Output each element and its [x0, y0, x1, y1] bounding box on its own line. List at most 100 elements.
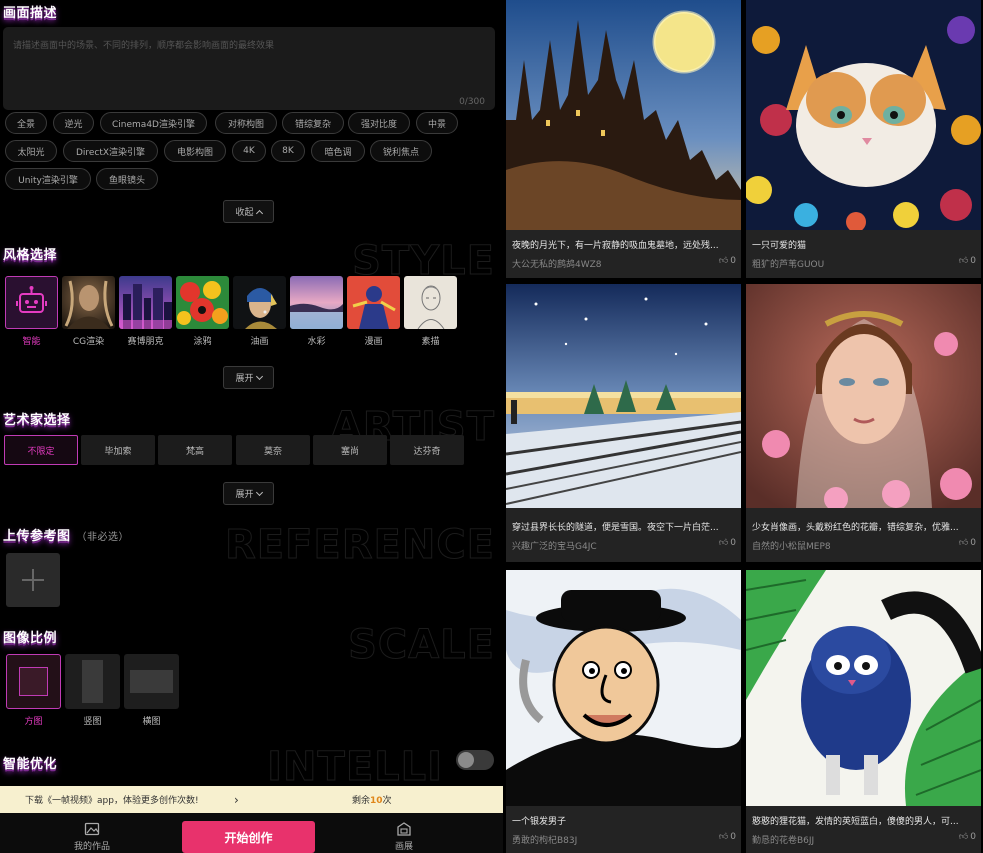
artwork-image — [746, 0, 981, 230]
gallery-label: 画展 — [394, 842, 413, 852]
keyword-chip[interactable]: 强对比度 — [348, 112, 410, 134]
style-option-graffiti[interactable]: 涂鸦 — [176, 276, 229, 347]
gallery-card[interactable]: 穿过县界长长的隧道，便是雪国。夜空下一片白茫... 兴趣广泛的宝马G4JC 👍︎… — [506, 284, 741, 562]
keyword-chip[interactable]: Cinema4D渲染引擎 — [100, 112, 207, 134]
like-button[interactable]: 👍︎ 0 — [719, 832, 736, 842]
gallery-card[interactable]: 少女肖像画，头戴粉红色的花瓣，错综复杂，优雅... 自然的小松鼠MEP8 👍︎ 0 — [746, 284, 981, 562]
gallery-card[interactable]: 一个银发男子 勇敢的枸杞B83J 👍︎ 0 — [506, 570, 741, 853]
description-section-title: 画面描述 — [3, 6, 58, 21]
gallery-card[interactable]: 憨憨的狸花猫，发情的英短蓝白，傻傻的男人，可... 勤恳的花卷B6JJ 👍︎ 0 — [746, 570, 981, 853]
my-works-tab[interactable]: 我的作品 — [62, 821, 122, 852]
gallery-tab[interactable]: 画展 — [374, 821, 434, 852]
keyword-chip[interactable]: 鱼眼镜头 — [96, 168, 158, 190]
artist-option[interactable]: 达芬奇 — [390, 435, 464, 465]
expand-label: 展开 — [235, 490, 254, 500]
like-button[interactable]: 👍︎ 0 — [959, 832, 976, 842]
style-option-comic[interactable]: 漫画 — [347, 276, 400, 347]
card-author: 兴趣广泛的宝马G4JC — [512, 542, 597, 552]
description-placeholder: 请描述画面中的场景、不同的排列，顺序都会影响画面的最终效果 — [13, 41, 275, 51]
creation-panel: 画面描述 请描述画面中的场景、不同的排列，顺序都会影响画面的最终效果 0/300… — [0, 0, 503, 853]
keyword-chip[interactable]: 全景 — [5, 112, 47, 134]
style-thumbnail — [290, 276, 343, 329]
keyword-chip[interactable]: Unity渲染引擎 — [5, 168, 91, 190]
style-option-watercolor[interactable]: 水彩 — [290, 276, 343, 347]
expand-label: 展开 — [235, 374, 254, 384]
remaining-count: 剩余10次 — [352, 793, 392, 806]
thumbs-up-icon: 👍︎ — [958, 832, 969, 842]
style-option-smart[interactable]: 智能 — [5, 276, 58, 347]
intelli-watermark: INTELLI — [267, 744, 443, 791]
artist-option[interactable]: 梵高 — [158, 435, 232, 465]
card-title: 穿过县界长长的隧道，便是雪国。夜空下一片白茫... — [512, 523, 719, 533]
keyword-chip[interactable]: 中景 — [416, 112, 458, 134]
style-option-cyberpunk[interactable]: 赛博朋克 — [119, 276, 172, 347]
expand-styles-button[interactable]: 展开 — [223, 366, 274, 389]
style-thumbnail — [62, 276, 115, 329]
like-count: 0 — [730, 832, 736, 842]
keyword-chip[interactable]: 8K — [271, 140, 305, 162]
card-author: 粗犷的芦苇GUOU — [752, 260, 825, 270]
artist-option-unlimited[interactable]: 不限定 — [4, 435, 78, 465]
artist-section-title: 艺术家选择 — [3, 413, 71, 428]
like-count: 0 — [730, 538, 736, 548]
image-icon — [84, 822, 100, 836]
ratio-option-square[interactable]: 方图 — [6, 654, 61, 727]
style-option-oil[interactable]: 油画 — [233, 276, 286, 347]
like-button[interactable]: 👍︎ 0 — [959, 538, 976, 548]
remaining-number: 10 — [370, 796, 383, 806]
chevron-right-icon: › — [234, 792, 239, 807]
expand-artists-button[interactable]: 展开 — [223, 482, 274, 505]
upload-title-text: 上传参考图 — [3, 529, 71, 544]
card-author: 勇敢的枸杞B83J — [512, 836, 578, 846]
download-promo-banner[interactable]: 下载《一帧视频》app，体验更多创作次数! › 剩余10次 — [0, 786, 503, 813]
like-button[interactable]: 👍︎ 0 — [959, 256, 976, 266]
start-creation-button[interactable]: 开始创作 — [182, 821, 315, 853]
chevron-down-icon — [255, 372, 263, 380]
style-thumbnail — [404, 276, 457, 329]
artwork-image — [506, 284, 741, 508]
keyword-chip[interactable]: DirectX渲染引擎 — [63, 140, 158, 162]
my-works-label: 我的作品 — [73, 842, 110, 852]
card-info: 一只可爱的猫 粗犷的芦苇GUOU 👍︎ 0 — [746, 230, 981, 278]
artist-option[interactable]: 毕加索 — [81, 435, 155, 465]
card-author: 自然的小松鼠MEP8 — [752, 542, 831, 552]
style-option-sketch[interactable]: 素描 — [404, 276, 457, 347]
keyword-chip[interactable]: 错综复杂 — [282, 112, 344, 134]
style-thumbnail — [176, 276, 229, 329]
chevron-down-icon — [255, 488, 263, 496]
card-info: 憨憨的狸花猫，发情的英短蓝白，傻傻的男人，可... 勤恳的花卷B6JJ 👍︎ 0 — [746, 806, 981, 853]
reference-watermark: REFERENCE — [224, 522, 495, 569]
keyword-chip[interactable]: 太阳光 — [5, 140, 57, 162]
keyword-chip[interactable]: 电影构图 — [164, 140, 226, 162]
promo-text: 下载《一帧视频》app，体验更多创作次数! — [25, 796, 199, 806]
upload-reference-button[interactable] — [6, 553, 60, 607]
chevron-up-icon — [255, 209, 263, 217]
ratio-option-portrait[interactable]: 竖图 — [65, 654, 120, 727]
artist-option[interactable]: 莫奈 — [236, 435, 310, 465]
portrait-ratio-icon — [65, 654, 120, 709]
description-textarea[interactable]: 请描述画面中的场景、不同的排列，顺序都会影响画面的最终效果 0/300 — [3, 27, 495, 110]
keyword-chip[interactable]: 4K — [232, 140, 266, 162]
artwork-image — [746, 284, 981, 508]
style-option-cg[interactable]: CG渲染 — [62, 276, 115, 347]
ratio-option-landscape[interactable]: 横图 — [124, 654, 179, 727]
keyword-chip[interactable]: 锐利焦点 — [370, 140, 432, 162]
gallery-card[interactable]: 夜晚的月光下，有一片寂静的吸血鬼墓地，远处残... 大公无私的鹧鸪4WZ8 👍︎… — [506, 0, 741, 278]
keyword-chip[interactable]: 暗色调 — [311, 140, 365, 162]
keyword-chip[interactable]: 对称构图 — [215, 112, 277, 134]
gallery-card[interactable]: 一只可爱的猫 粗犷的芦苇GUOU 👍︎ 0 — [746, 0, 981, 278]
collapse-keywords-button[interactable]: 收起 — [223, 200, 274, 223]
ratio-label: 竖图 — [83, 717, 102, 727]
card-info: 少女肖像画，头戴粉红色的花瓣，错综复杂，优雅... 自然的小松鼠MEP8 👍︎ 0 — [746, 508, 981, 562]
gallery-icon — [397, 822, 411, 836]
keyword-chip[interactable]: 逆光 — [53, 112, 94, 134]
like-button[interactable]: 👍︎ 0 — [719, 256, 736, 266]
like-button[interactable]: 👍︎ 0 — [719, 538, 736, 548]
bottom-nav: 我的作品 开始创作 画展 — [0, 813, 503, 853]
artist-option[interactable]: 塞尚 — [313, 435, 387, 465]
style-label: 智能 — [22, 337, 41, 347]
style-label: 赛博朋克 — [127, 337, 164, 347]
smart-optimize-toggle[interactable] — [456, 750, 494, 770]
style-label: 油画 — [250, 337, 269, 347]
style-thumbnail — [119, 276, 172, 329]
